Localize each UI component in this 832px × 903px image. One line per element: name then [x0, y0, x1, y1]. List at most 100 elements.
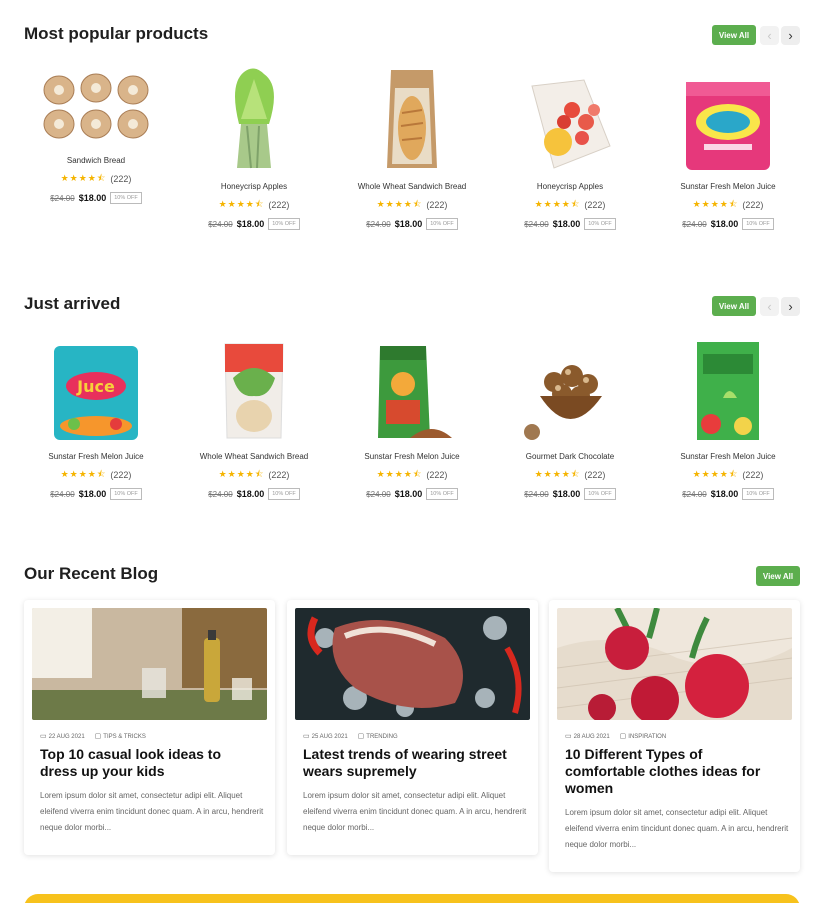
- star-rating-icon: ★★★★⯪: [376, 469, 423, 479]
- blog-title[interactable]: Top 10 casual look ideas to dress up you…: [32, 746, 247, 780]
- arrived-view-all-button[interactable]: View All: [712, 296, 756, 316]
- review-count: (222): [110, 174, 132, 184]
- blog-title[interactable]: Latest trends of wearing street wears su…: [295, 746, 510, 780]
- product-name: Honeycrisp Apples: [220, 182, 288, 191]
- review-count: (222): [742, 200, 764, 210]
- dining-table-photo: [32, 608, 267, 720]
- product-price: $24.00 $18.00 10% OFF: [495, 218, 645, 230]
- green-pack-icon: [653, 332, 803, 442]
- blog-category[interactable]: ▢ TIPS & TRICKS: [95, 732, 146, 740]
- blog-excerpt: Lorem ipsum dolor sit amet, consectetur …: [40, 791, 264, 832]
- arrived-next-button[interactable]: ›: [781, 297, 800, 316]
- popular-view-all-button[interactable]: View All: [712, 25, 756, 45]
- current-price: $18.00: [552, 489, 581, 499]
- product-name: Gourmet Dark Chocolate: [525, 452, 615, 461]
- product-rating: ★★★★⯪ (222): [337, 197, 487, 213]
- product-price: $24.00 $18.00 10% OFF: [337, 488, 487, 500]
- calendar-icon: ▭: [565, 733, 572, 740]
- product-card[interactable]: Sunstar Fresh Melon Juice ★★★★⯪ (222) $24…: [337, 332, 487, 500]
- current-price: $18.00: [394, 219, 423, 229]
- discount-badge: 10% OFF: [110, 488, 142, 500]
- review-count: (222): [268, 470, 290, 480]
- old-price: $24.00: [50, 193, 75, 203]
- review-count: (222): [584, 470, 606, 480]
- old-price: $24.00: [366, 219, 391, 229]
- blog-date-text: 22 AUG 2021: [48, 734, 85, 740]
- product-name: Sunstar Fresh Melon Juice: [364, 452, 460, 461]
- star-rating-icon: ★★★★⯪: [534, 199, 581, 209]
- blog-meta: ▭ 28 AUG 2021 ▢ INSPIRATION: [557, 732, 792, 740]
- product-rating: ★★★★⯪ (222): [653, 467, 803, 483]
- product-card[interactable]: Juce Sunstar Fresh Melon Juice ★★★★⯪ (222…: [21, 332, 171, 500]
- old-price: $24.00: [524, 219, 549, 229]
- product-card[interactable]: Honeycrisp Apples ★★★★⯪ (222) $24.00 $18.0…: [495, 62, 645, 230]
- current-price: $18.00: [78, 193, 107, 203]
- spice-bag-icon: [337, 332, 487, 442]
- fruit-bag-icon: [495, 62, 645, 172]
- blog-card[interactable]: ▭ 22 AUG 2021 ▢ TIPS & TRICKS Top 10 casua…: [24, 600, 275, 855]
- blog-card[interactable]: ▭ 28 AUG 2021 ▢ INSPIRATION 10 Different T…: [549, 600, 800, 872]
- star-rating-icon: ★★★★⯪: [376, 199, 423, 209]
- product-card[interactable]: Sandwich Bread ★★★★⯪ (222) $24.00 $18.00 10…: [21, 58, 171, 204]
- product-price: $24.00 $18.00 10% OFF: [495, 488, 645, 500]
- discount-badge: 10% OFF: [742, 488, 774, 500]
- product-rating: ★★★★⯪ (222): [179, 197, 329, 213]
- blog-title[interactable]: 10 Different Types of comfortable clothe…: [557, 746, 772, 797]
- juice-box-icon: Juce: [21, 332, 171, 442]
- discount-badge: 10% OFF: [268, 218, 300, 230]
- discount-badge: 10% OFF: [584, 488, 616, 500]
- blog-excerpt: Lorem ipsum dolor sit amet, consectetur …: [303, 791, 527, 832]
- review-count: (222): [268, 200, 290, 210]
- product-rating: ★★★★⯪ (222): [337, 467, 487, 483]
- bread-bag-icon: [337, 62, 487, 172]
- current-price: $18.00: [394, 489, 423, 499]
- star-rating-icon: ★★★★⯪: [692, 469, 739, 479]
- star-rating-icon: ★★★★⯪: [692, 199, 739, 209]
- review-count: (222): [426, 470, 448, 480]
- blog-excerpt: Lorem ipsum dolor sit amet, consectetur …: [565, 808, 789, 849]
- old-price: $24.00: [682, 489, 707, 499]
- discount-badge: 10% OFF: [584, 218, 616, 230]
- radish-photo: [557, 608, 792, 720]
- product-card[interactable]: Sunstar Fresh Melon Juice ★★★★⯪ (222) $24…: [653, 332, 803, 500]
- old-price: $24.00: [208, 489, 233, 499]
- product-name: Sandwich Bread: [66, 156, 126, 165]
- product-card[interactable]: Sunstar Fresh Melon Juice ★★★★⯪ (222) $24…: [653, 62, 803, 230]
- review-count: (222): [742, 470, 764, 480]
- product-card[interactable]: Whole Wheat Sandwich Bread ★★★★⯪ (222) $2…: [179, 332, 329, 500]
- star-rating-icon: ★★★★⯪: [60, 173, 107, 183]
- blog-card[interactable]: ▭ 25 AUG 2021 ▢ TRENDING Latest trends of …: [287, 600, 538, 855]
- product-price: $24.00 $18.00 10% OFF: [179, 488, 329, 500]
- product-rating: ★★★★⯪ (222): [21, 467, 171, 483]
- blog-view-all-button[interactable]: View All: [756, 566, 800, 586]
- product-card[interactable]: Whole Wheat Sandwich Bread ★★★★⯪ (222) $2…: [337, 62, 487, 230]
- discount-badge: 10% OFF: [426, 488, 458, 500]
- blog-category[interactable]: ▢ INSPIRATION: [620, 732, 667, 740]
- product-card[interactable]: Gourmet Dark Chocolate ★★★★⯪ (222) $24.00…: [495, 332, 645, 500]
- folder-icon: ▢: [94, 733, 102, 740]
- promo-banner: [24, 894, 800, 903]
- product-card[interactable]: Honeycrisp Apples ★★★★⯪ (222) $24.00 $18.0…: [179, 62, 329, 230]
- product-name: Whole Wheat Sandwich Bread: [357, 182, 467, 191]
- popular-next-button[interactable]: ›: [781, 26, 800, 45]
- current-price: $18.00: [78, 489, 107, 499]
- star-rating-icon: ★★★★⯪: [60, 469, 107, 479]
- popular-prev-button[interactable]: ‹: [760, 26, 779, 45]
- blog-category[interactable]: ▢ TRENDING: [358, 732, 398, 740]
- product-rating: ★★★★⯪ (222): [21, 171, 171, 187]
- blog-date: ▭ 25 AUG 2021: [303, 732, 348, 740]
- chocolate-bowl-icon: [495, 332, 645, 442]
- old-price: $24.00: [682, 219, 707, 229]
- juice-pack-icon: [653, 62, 803, 172]
- product-price: $24.00 $18.00 10% OFF: [21, 488, 171, 500]
- product-price: $24.00 $18.00 10% OFF: [21, 192, 171, 204]
- blog-date: ▭ 22 AUG 2021: [40, 732, 85, 740]
- blog-date-text: 25 AUG 2021: [311, 734, 348, 740]
- product-price: $24.00 $18.00 10% OFF: [653, 488, 803, 500]
- product-name: Sunstar Fresh Melon Juice: [48, 452, 144, 461]
- lettuce-icon: [179, 62, 329, 172]
- arrived-prev-button[interactable]: ‹: [760, 297, 779, 316]
- discount-badge: 10% OFF: [742, 218, 774, 230]
- discount-badge: 10% OFF: [426, 218, 458, 230]
- folder-icon: ▢: [357, 733, 365, 740]
